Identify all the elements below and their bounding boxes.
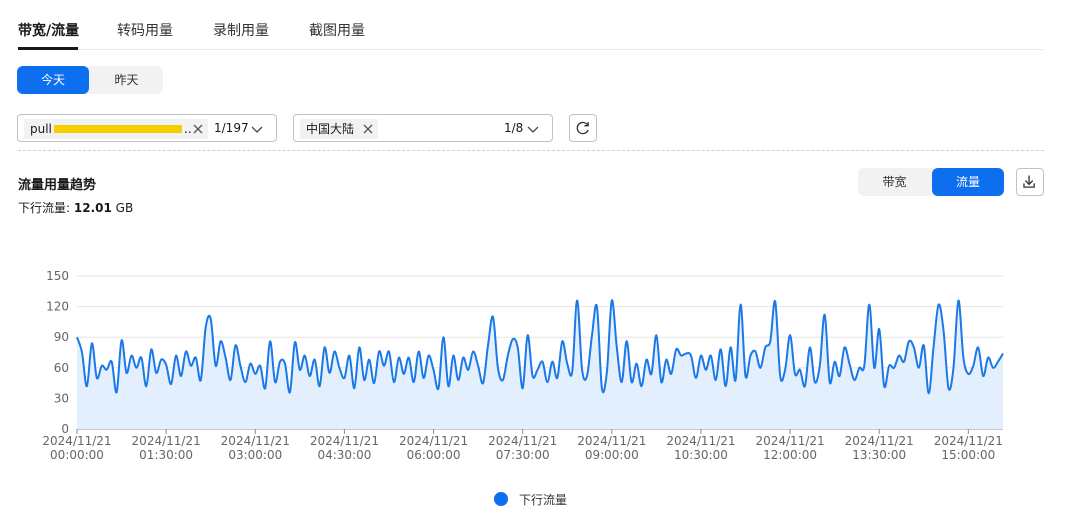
x-tick-label: 2024/11/21 xyxy=(755,434,824,448)
x-tick-label: 2024/11/21 xyxy=(399,434,468,448)
y-tick-label: 30 xyxy=(54,391,69,405)
x-tick-label: 09:00:00 xyxy=(585,448,639,462)
x-tick-label: 12:00:00 xyxy=(763,448,817,462)
x-tick-label: 00:00:00 xyxy=(50,448,104,462)
x-tick-label: 2024/11/21 xyxy=(221,434,290,448)
x-tick-label: 2024/11/21 xyxy=(310,434,379,448)
x-tick-label: 2024/11/21 xyxy=(666,434,735,448)
x-tick-label: 2024/11/21 xyxy=(577,434,646,448)
x-tick-label: 2024/11/21 xyxy=(488,434,557,448)
x-tick-label: 2024/11/21 xyxy=(132,434,201,448)
x-tick-label: 01:30:00 xyxy=(139,448,193,462)
x-tick-label: 2024/11/21 xyxy=(42,434,111,448)
y-tick-label: 60 xyxy=(54,361,69,375)
y-tick-label: 90 xyxy=(54,330,69,344)
x-tick-label: 13:30:00 xyxy=(852,448,906,462)
legend-label: 下行流量 xyxy=(519,493,568,507)
x-tick-label: 07:30:00 xyxy=(496,448,550,462)
x-tick-label: 2024/11/21 xyxy=(934,434,1003,448)
x-axis: 2024/11/2100:00:002024/11/2101:30:002024… xyxy=(42,429,1003,462)
x-tick-label: 15:00:00 xyxy=(941,448,995,462)
x-tick-label: 2024/11/21 xyxy=(845,434,914,448)
y-tick-label: 120 xyxy=(46,300,69,314)
x-tick-label: 03:00:00 xyxy=(228,448,282,462)
traffic-chart: 0306090120150 2024/11/2100:00:002024/11/… xyxy=(42,269,1004,462)
y-axis: 0306090120150 xyxy=(46,269,69,436)
x-tick-label: 04:30:00 xyxy=(317,448,371,462)
x-tick-label: 06:00:00 xyxy=(407,448,461,462)
legend-marker xyxy=(494,492,508,506)
y-tick-label: 150 xyxy=(46,269,69,283)
x-tick-label: 10:30:00 xyxy=(674,448,728,462)
